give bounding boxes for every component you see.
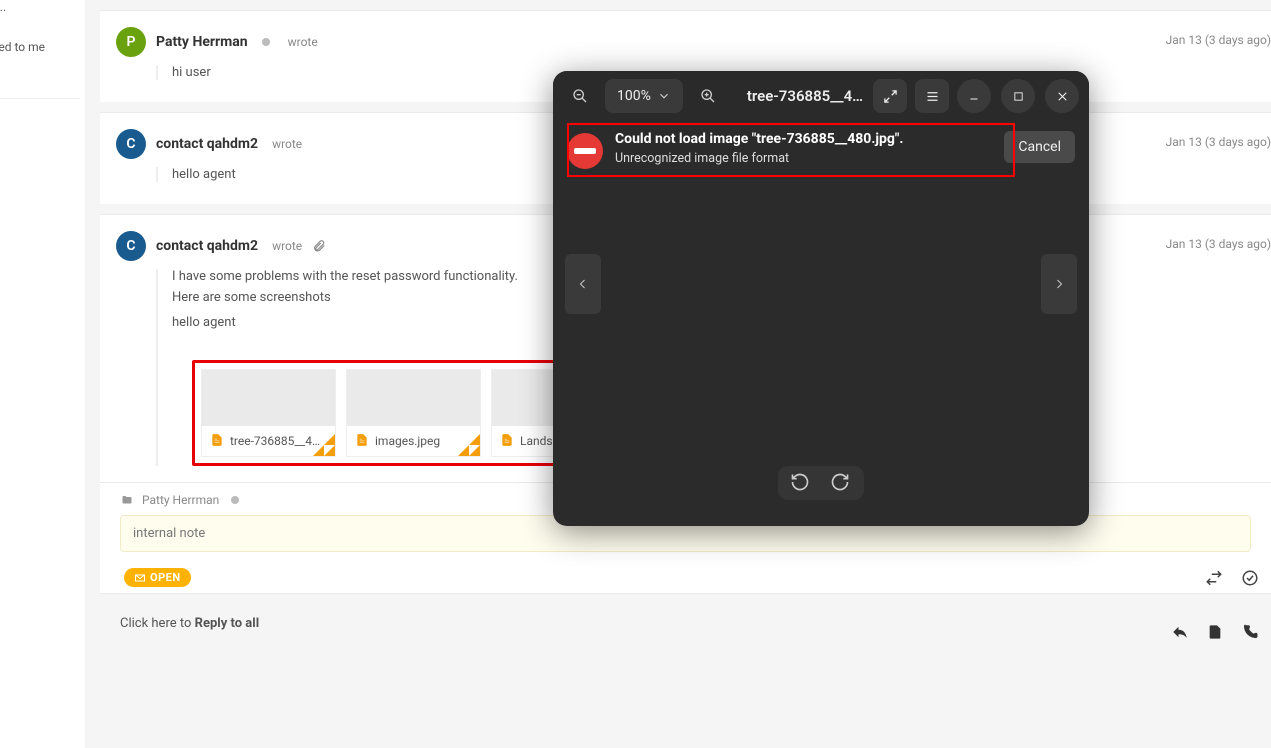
sidebar-text-truncated: n... [0, 0, 6, 14]
avatar: P [116, 27, 146, 57]
message-timestamp: Jan 13 (3 days ago) [1166, 33, 1271, 47]
wrote-label: wrote [288, 35, 318, 49]
sidebar: n... ed to me [0, 0, 85, 748]
file-icon [355, 433, 369, 450]
attachment-filename: images.jpeg [375, 434, 440, 448]
envelope-icon [134, 572, 146, 584]
attachment-card[interactable]: tree-736885__4… [201, 369, 336, 457]
message-author: contact qahdm2 [156, 238, 258, 254]
note-icon[interactable] [1207, 623, 1223, 645]
close-button[interactable] [1045, 79, 1079, 113]
rotate-toolbar [778, 466, 864, 500]
viewer-title: tree-736885__4… [733, 87, 865, 105]
message-timestamp: Jan 13 (3 days ago) [1166, 237, 1271, 251]
corner-fold-icon [458, 434, 480, 456]
status-badge-label: OPEN [150, 571, 181, 584]
cancel-button[interactable]: Cancel [1004, 131, 1075, 163]
reply-prompt-prefix: Click here to [120, 616, 195, 631]
zoom-out-button[interactable] [563, 79, 597, 113]
attachment-card[interactable]: images.jpeg [346, 369, 481, 457]
file-icon [210, 433, 224, 450]
message-author: Patty Herrman [156, 34, 248, 50]
sidebar-assigned-to-me[interactable]: ed to me [0, 40, 45, 54]
viewer-body [553, 179, 1089, 474]
attachment-filename: tree-736885__4… [230, 434, 320, 448]
wrote-label: wrote [272, 239, 302, 253]
folder-icon [120, 494, 134, 506]
transfer-icon[interactable] [1205, 569, 1223, 587]
viewer-titlebar: 100% tree-736885__4… [553, 71, 1089, 121]
minimize-button[interactable] [957, 79, 991, 113]
error-title: Could not load image "tree-736885__480.j… [615, 131, 903, 147]
avatar: C [116, 231, 146, 261]
prev-image-button[interactable] [565, 254, 601, 314]
file-icon [500, 433, 514, 450]
rotate-right-button[interactable] [830, 472, 852, 494]
attachment-thumbnail [347, 370, 480, 426]
zoom-level-label: 100% [617, 88, 651, 104]
bottom-action-bar [1171, 623, 1259, 645]
rotate-left-button[interactable] [790, 472, 812, 494]
error-description: Unrecognized image file format [615, 151, 903, 166]
message-author: contact qahdm2 [156, 136, 258, 152]
reply-icon[interactable] [1171, 623, 1189, 645]
chevron-down-icon [657, 89, 671, 103]
zoom-in-button[interactable] [691, 79, 725, 113]
attachment-thumbnail [202, 370, 335, 426]
avatar: C [116, 129, 146, 159]
status-badge[interactable]: OPEN [124, 568, 191, 587]
paperclip-icon [312, 239, 326, 253]
next-image-button[interactable] [1041, 254, 1077, 314]
reply-prompt[interactable]: Click here to Reply to all [100, 593, 1271, 653]
corner-fold-icon [313, 434, 335, 456]
error-icon [567, 133, 603, 169]
status-dot [262, 38, 270, 46]
zoom-level-select[interactable]: 100% [605, 79, 683, 113]
error-banner: Could not load image "tree-736885__480.j… [553, 121, 1089, 179]
maximize-button[interactable] [1001, 79, 1035, 113]
fullscreen-button[interactable] [873, 79, 907, 113]
status-dot [231, 496, 239, 504]
reply-prompt-bold: Reply to all [195, 616, 260, 631]
wrote-label: wrote [272, 137, 302, 151]
menu-button[interactable] [915, 79, 949, 113]
image-viewer-window: 100% tree-736885__4… Could not load imag… [553, 71, 1089, 526]
message-timestamp: Jan 13 (3 days ago) [1166, 135, 1271, 149]
note-author: Patty Herrman [142, 493, 219, 507]
check-circle-icon[interactable] [1241, 569, 1259, 587]
sidebar-divider [0, 98, 80, 99]
phone-icon[interactable] [1241, 623, 1259, 645]
